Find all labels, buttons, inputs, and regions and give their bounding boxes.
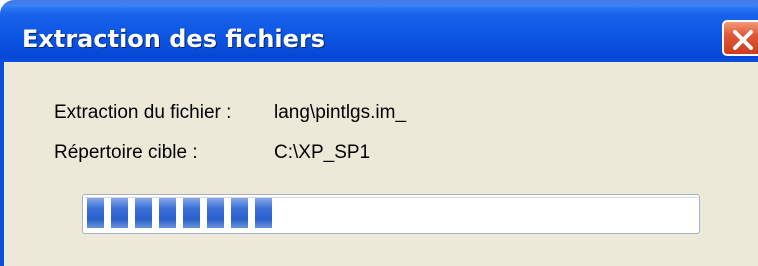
close-button[interactable]	[722, 20, 758, 56]
window-title: Extraction des fichiers	[22, 25, 326, 53]
title-bar[interactable]: Extraction des fichiers	[0, 0, 758, 62]
progress-block	[111, 198, 128, 228]
progress-block	[183, 198, 200, 228]
progress-block	[231, 198, 248, 228]
file-label: Extraction du fichier :	[54, 102, 232, 123]
progress-block	[87, 198, 104, 228]
progress-track	[85, 197, 697, 231]
extraction-dialog: Extraction des fichiers Extraction du fi…	[0, 0, 758, 266]
dialog-body: Extraction du fichier : lang\pintlgs.im_…	[0, 62, 758, 266]
file-value: lang\pintlgs.im_	[274, 102, 407, 123]
progress-block	[135, 198, 152, 228]
directory-value: C:\XP_SP1	[274, 142, 371, 163]
directory-label: Répertoire cible :	[54, 142, 198, 163]
progress-bar	[82, 194, 700, 234]
close-icon	[733, 30, 753, 50]
progress-block	[255, 198, 272, 228]
progress-block	[207, 198, 224, 228]
progress-block	[159, 198, 176, 228]
